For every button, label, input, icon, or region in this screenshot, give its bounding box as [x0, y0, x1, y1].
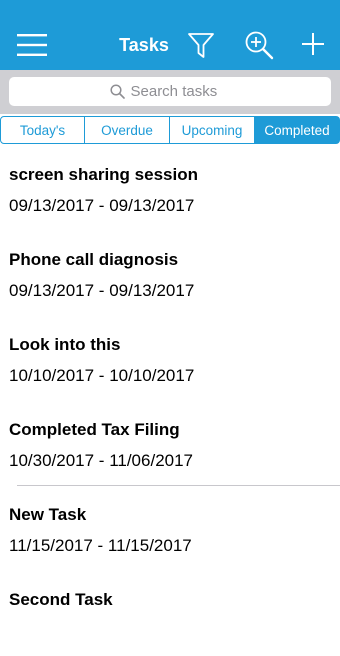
task-title: Second Task [9, 590, 113, 609]
list-item[interactable]: Second Task [0, 571, 340, 656]
list-item[interactable]: screen sharing session 09/13/2017 - 09/1… [0, 146, 340, 231]
tab-todays[interactable]: Today's [0, 116, 85, 144]
tab-upcoming[interactable]: Upcoming [170, 116, 255, 144]
plus-icon[interactable] [301, 32, 325, 56]
list-item[interactable]: Completed Tax Filing 10/30/2017 - 11/06/… [0, 401, 340, 486]
list-item[interactable]: Phone call diagnosis 09/13/2017 - 09/13/… [0, 231, 340, 316]
task-title: Look into this [9, 335, 121, 354]
search-input[interactable] [130, 83, 231, 100]
filter-icon[interactable] [187, 31, 215, 59]
task-dates: 09/13/2017 - 09/13/2017 [9, 196, 195, 215]
task-title: Phone call diagnosis [9, 250, 179, 269]
search-field[interactable] [9, 77, 331, 106]
tab-overdue[interactable]: Overdue [85, 116, 170, 144]
task-dates: 11/15/2017 - 11/15/2017 [9, 536, 192, 555]
navigation-bar: Tasks [0, 0, 340, 70]
task-title: screen sharing session [9, 165, 198, 184]
task-filter-tabs: Today's Overdue Upcoming Completed [0, 116, 340, 146]
task-list: screen sharing session 09/13/2017 - 09/1… [0, 146, 340, 656]
magnifier-icon [109, 84, 125, 99]
list-item[interactable]: Look into this 10/10/2017 - 10/10/2017 [0, 316, 340, 401]
task-title: New Task [9, 505, 87, 524]
tab-completed[interactable]: Completed [255, 116, 340, 144]
search-bar [0, 70, 340, 114]
task-dates: 10/30/2017 - 11/06/2017 [9, 451, 194, 470]
zoom-search-icon[interactable] [244, 30, 274, 60]
list-item[interactable]: New Task 11/15/2017 - 11/15/2017 [0, 486, 340, 571]
task-dates: 09/13/2017 - 09/13/2017 [9, 281, 195, 300]
task-title: Completed Tax Filing [9, 420, 180, 439]
task-dates: 10/10/2017 - 10/10/2017 [9, 366, 195, 385]
